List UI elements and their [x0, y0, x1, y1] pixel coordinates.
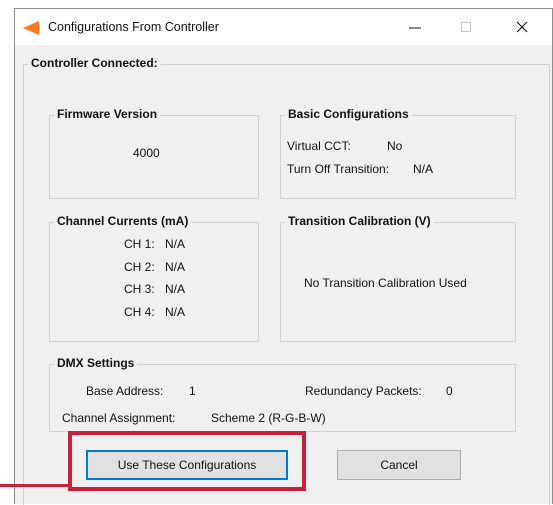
ch3-value: N/A: [165, 282, 186, 296]
close-button[interactable]: [499, 9, 545, 45]
base-address-value: 1: [189, 384, 196, 398]
virtual-cct-label: Virtual CCT:: [287, 139, 351, 153]
ch2-value: N/A: [165, 260, 186, 274]
configurations-dialog: Configurations From Controller Controlle…: [14, 8, 553, 505]
turn-off-transition-value: N/A: [413, 162, 434, 176]
transition-calibration-title: Transition Calibration (V): [285, 214, 434, 228]
channel-assignment-label: Channel Assignment:: [62, 411, 176, 425]
maximize-button[interactable]: [443, 9, 489, 45]
transition-calibration-group: Transition Calibration (V) No Transition…: [280, 214, 516, 342]
highlight-callout-box: [68, 431, 306, 491]
ch2-label: CH 2:: [124, 260, 155, 274]
maximize-icon: [461, 22, 471, 32]
firmware-version-value: 4000: [133, 146, 160, 160]
redundancy-packets-value: 0: [446, 384, 453, 398]
firmware-version-group: Firmware Version 4000: [49, 107, 259, 199]
cancel-button[interactable]: Cancel: [337, 450, 461, 480]
highlight-callout-line: [0, 484, 70, 487]
redundancy-packets-label: Redundancy Packets:: [305, 384, 422, 398]
base-address-label: Base Address:: [86, 384, 164, 398]
channel-currents-title: Channel Currents (mA): [54, 214, 192, 228]
virtual-cct-value: No: [387, 139, 403, 153]
channel-assignment-value: Scheme 2 (R-G-B-W): [211, 411, 326, 425]
dmx-settings-title: DMX Settings: [54, 356, 138, 370]
ch1-label: CH 1:: [124, 237, 155, 251]
ch3-label: CH 3:: [124, 282, 155, 296]
dmx-settings-group: DMX Settings Base Address: 1 Redundancy …: [49, 356, 516, 432]
minimize-icon: [409, 27, 421, 29]
window-title: Configurations From Controller: [48, 20, 219, 34]
ch1-value: N/A: [165, 237, 186, 251]
firmware-version-title: Firmware Version: [54, 107, 161, 121]
title-bar[interactable]: Configurations From Controller: [15, 9, 552, 45]
ch4-value: N/A: [165, 305, 186, 319]
close-icon: [516, 21, 528, 33]
app-icon: [23, 21, 39, 35]
turn-off-transition-label: Turn Off Transition:: [287, 162, 390, 176]
basic-configurations-group: Basic Configurations Virtual CCT: No Tur…: [280, 107, 516, 199]
channel-currents-group: Channel Currents (mA) CH 1: N/A CH 2: N/…: [49, 214, 259, 342]
ch4-label: CH 4:: [124, 305, 155, 319]
transition-calibration-message: No Transition Calibration Used: [304, 276, 467, 290]
minimize-button[interactable]: [392, 9, 438, 45]
controller-connected-label: Controller Connected:: [28, 56, 161, 70]
basic-configurations-title: Basic Configurations: [285, 107, 412, 121]
